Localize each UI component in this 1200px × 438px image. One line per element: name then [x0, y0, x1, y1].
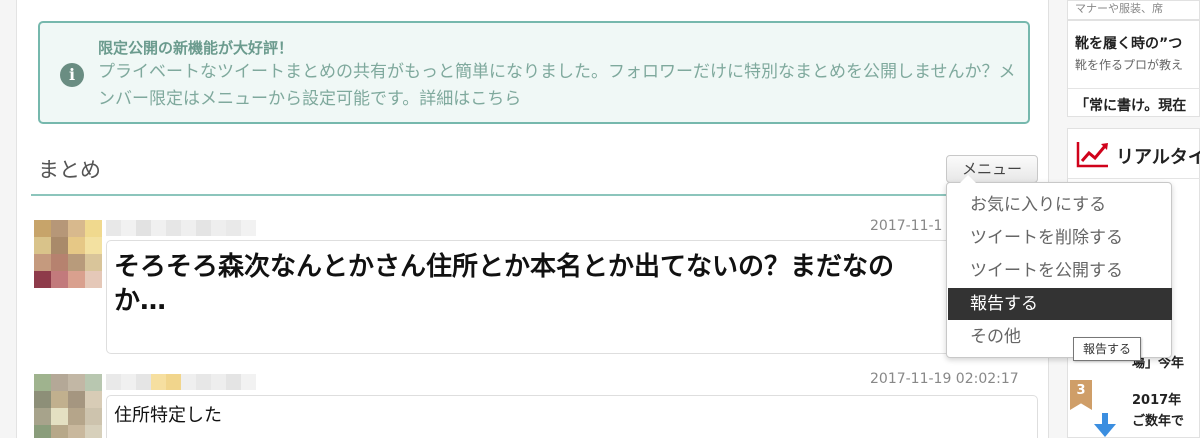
trending-chart-icon: [1076, 142, 1108, 168]
sidebar-story-title[interactable]: 「常に書け。現在: [1075, 95, 1186, 115]
feature-notice-banner: i 限定公開の新機能が大好評！ プライベートなツイートまとめの共有がもっと簡単に…: [38, 21, 1030, 124]
menu-item-delete-tweet[interactable]: ツイートを削除する: [948, 222, 1172, 254]
tweet-timestamp[interactable]: 2017-11-1: [870, 218, 942, 234]
info-icon: i: [60, 63, 84, 87]
sidebar-divider: [1068, 88, 1200, 89]
report-tooltip: 報告する: [1073, 337, 1141, 361]
section-title: まとめ: [38, 158, 101, 182]
tweet-author-name[interactable]: [106, 374, 256, 390]
notice-body[interactable]: プライベートなツイートまとめの共有がもっと簡単になりました。フォロワーだけに特別…: [98, 59, 1018, 113]
sidebar-top-text[interactable]: マナーや服装、席: [1075, 0, 1163, 16]
tweet-text: そろそろ森次なんとかさん住所とか本名とか出てないの？まだなのか…: [114, 252, 895, 316]
tweet-avatar[interactable]: [34, 220, 102, 288]
menu-item-favorite[interactable]: お気に入りにする: [948, 189, 1172, 221]
realtime-ranking-title: リアルタイ: [1116, 147, 1200, 168]
tweet-timestamp[interactable]: 2017-11-19 02:02:17: [870, 371, 1019, 387]
tweet-text: 住所特定した: [114, 405, 222, 426]
sidebar-story-subtitle: 靴を作るプロが教え: [1075, 58, 1184, 72]
menu-item-report[interactable]: 報告する: [948, 288, 1172, 320]
menu-item-publish-tweet[interactable]: ツイートを公開する: [948, 255, 1172, 287]
left-gutter: [0, 0, 17, 438]
ranking-item-text[interactable]: 2017年: [1132, 390, 1181, 411]
tweet-card: [106, 395, 1038, 438]
tweet-avatar[interactable]: [34, 374, 102, 438]
menu-dropdown: お気に入りにする ツイートを削除する ツイートを公開する 報告する その他: [946, 182, 1172, 358]
sidebar-divider: [1068, 178, 1200, 179]
notice-title: 限定公開の新機能が大好評！: [98, 39, 294, 57]
dropdown-caret: [960, 175, 976, 183]
tweet-author-name[interactable]: [106, 220, 256, 236]
ranking-item-text[interactable]: ご数年で: [1132, 411, 1184, 432]
section-divider: [31, 194, 1048, 196]
arrow-down-icon: [1094, 413, 1116, 437]
sidebar-story-title[interactable]: 靴を履く時の”つ: [1075, 33, 1182, 53]
